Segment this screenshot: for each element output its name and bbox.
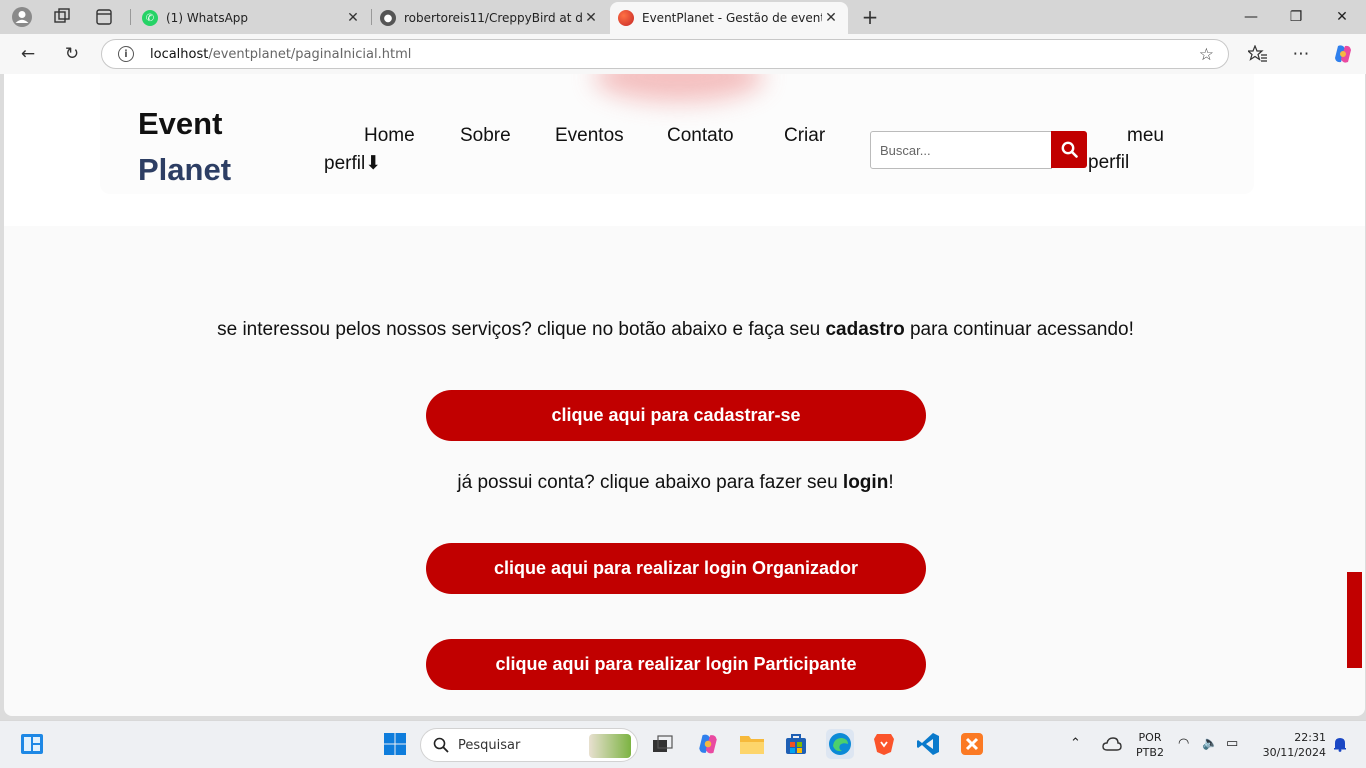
- login-message-text-end: !: [888, 472, 894, 493]
- logo-planet[interactable]: Planet: [138, 152, 231, 188]
- search-button[interactable]: [1051, 131, 1087, 168]
- browser-toolbar: ← ↻ i localhost/eventplanet/paginaInicia…: [0, 34, 1366, 74]
- site-info-icon[interactable]: i: [118, 46, 134, 62]
- copilot-taskbar-icon[interactable]: [695, 731, 721, 757]
- nav-eventos[interactable]: Eventos: [555, 125, 624, 147]
- nav-criar[interactable]: Criar: [784, 125, 825, 147]
- login-organizer-label: clique aqui para realizar login: [493, 558, 753, 578]
- signup-message-bold: cadastro: [825, 319, 905, 340]
- nav-meu[interactable]: meu: [1127, 125, 1164, 147]
- back-icon[interactable]: ←: [16, 42, 40, 66]
- github-icon: ●: [380, 10, 396, 26]
- workspaces-icon[interactable]: [50, 5, 74, 29]
- volume-icon[interactable]: 🔈: [1202, 736, 1218, 751]
- language-code: POR: [1138, 731, 1162, 744]
- search-icon: [1061, 141, 1078, 158]
- address-bar[interactable]: i localhost/eventplanet/paginaInicial.ht…: [101, 39, 1229, 69]
- tab-title: robertoreis11/CreppyBird at deve: [404, 11, 582, 25]
- restore-icon[interactable]: ❐: [1285, 6, 1307, 28]
- login-message-text: já possui conta? clique abaixo para faze…: [457, 472, 843, 493]
- signup-message: se interessou pelos nossos serviços? cli…: [4, 319, 1347, 341]
- xampp-icon[interactable]: [959, 731, 985, 757]
- taskbar-search[interactable]: Pesquisar: [420, 728, 638, 762]
- site-header: Event Planet Home Sobre Eventos Contato …: [4, 74, 1365, 226]
- tab-title: EventPlanet - Gestão de eventos: [642, 11, 822, 25]
- signup-message-text-end: para continuar acessando!: [904, 319, 1134, 340]
- nav-home[interactable]: Home: [364, 125, 415, 147]
- keyboard-layout: PTB2: [1136, 746, 1164, 759]
- reload-icon[interactable]: ↻: [60, 42, 84, 66]
- nav-contato[interactable]: Contato: [667, 125, 734, 147]
- scrollbar-thumb[interactable]: [1347, 572, 1362, 668]
- page-viewport: Event Planet Home Sobre Eventos Contato …: [4, 74, 1365, 716]
- signup-message-text: se interessou pelos nossos serviços? cli…: [217, 319, 826, 340]
- login-organizer-label-bold: Organizador: [752, 558, 859, 578]
- widgets-icon[interactable]: [19, 731, 45, 757]
- tab-actions-icon[interactable]: [92, 5, 116, 29]
- clock[interactable]: 22:31 30/11/2024: [1258, 730, 1326, 760]
- clock-time: 22:31: [1294, 731, 1326, 744]
- eventplanet-icon: [618, 10, 634, 26]
- file-explorer-icon[interactable]: [739, 731, 765, 757]
- tab-eventplanet[interactable]: EventPlanet - Gestão de eventos ✕: [610, 2, 848, 34]
- search-icon: [433, 737, 449, 753]
- favorite-star-icon[interactable]: ☆: [1199, 45, 1214, 65]
- language-indicator[interactable]: POR PTB2: [1134, 730, 1166, 760]
- chevron-up-icon[interactable]: ⌃: [1070, 736, 1081, 751]
- register-button[interactable]: clique aqui para cadastrar-se: [426, 390, 926, 441]
- whatsapp-icon: ✆: [142, 10, 158, 26]
- logo-event[interactable]: Event: [138, 106, 222, 142]
- wifi-icon[interactable]: ◠: [1178, 736, 1189, 751]
- minimize-icon[interactable]: —: [1240, 6, 1262, 28]
- search-input[interactable]: [870, 131, 1052, 169]
- url-host: localhost: [150, 46, 209, 62]
- browser-tab-bar: ✆ (1) WhatsApp ✕ ● robertoreis11/CreppyB…: [0, 0, 1366, 34]
- nav-sobre[interactable]: Sobre: [460, 125, 511, 147]
- down-arrow-icon: ⬇: [365, 153, 382, 174]
- close-icon[interactable]: ✕: [582, 10, 600, 26]
- login-message-bold: login: [842, 472, 889, 493]
- windows-taskbar: Pesquisar ⌃ POR PTB2 ◠ 🔈 ▭ 22:31 30/11/2…: [0, 720, 1366, 768]
- nav-meu-perfil[interactable]: perfil: [1088, 152, 1129, 174]
- taskbar-search-placeholder: Pesquisar: [458, 737, 521, 753]
- new-tab-icon[interactable]: +: [858, 5, 882, 29]
- tab-whatsapp[interactable]: ✆ (1) WhatsApp ✕: [134, 2, 370, 34]
- register-button-label: clique aqui para cadastrar-se: [551, 405, 801, 425]
- url-path: /eventplanet/paginaInicial.html: [208, 46, 412, 62]
- login-message: já possui conta? clique abaixo para faze…: [4, 472, 1347, 494]
- close-icon[interactable]: ✕: [822, 10, 840, 26]
- search-highlight-icon: [589, 734, 631, 758]
- nav-perfil-label: perfil: [324, 153, 366, 174]
- favorites-icon[interactable]: [1246, 42, 1270, 66]
- windows-start-icon[interactable]: [382, 731, 408, 757]
- tab-title: (1) WhatsApp: [166, 11, 249, 25]
- battery-icon[interactable]: ▭: [1226, 736, 1238, 751]
- weather-cloud-icon[interactable]: [1099, 731, 1125, 757]
- vscode-icon[interactable]: [915, 731, 941, 757]
- nav-criar-perfil[interactable]: perfil⬇: [324, 152, 381, 175]
- task-view-icon[interactable]: [650, 731, 676, 757]
- login-participant-button[interactable]: clique aqui para realizar login Particip…: [426, 639, 926, 690]
- brave-icon[interactable]: [871, 731, 897, 757]
- copilot-icon[interactable]: [1331, 42, 1355, 66]
- clock-date: 30/11/2024: [1262, 746, 1326, 759]
- login-participant-label: clique aqui para realizar login: [495, 654, 754, 674]
- close-window-icon[interactable]: ✕: [1331, 6, 1353, 28]
- microsoft-store-icon[interactable]: [783, 731, 809, 757]
- notification-bell-icon[interactable]: [1327, 731, 1353, 757]
- login-participant-label-bold: Participante: [753, 654, 857, 674]
- login-organizer-button[interactable]: clique aqui para realizar login Organiza…: [426, 543, 926, 594]
- edge-icon[interactable]: [826, 729, 854, 759]
- close-icon[interactable]: ✕: [344, 10, 362, 26]
- profile-icon[interactable]: [10, 5, 34, 29]
- tab-github[interactable]: ● robertoreis11/CreppyBird at deve ✕: [372, 2, 608, 34]
- more-options-icon[interactable]: ⋯: [1289, 42, 1313, 66]
